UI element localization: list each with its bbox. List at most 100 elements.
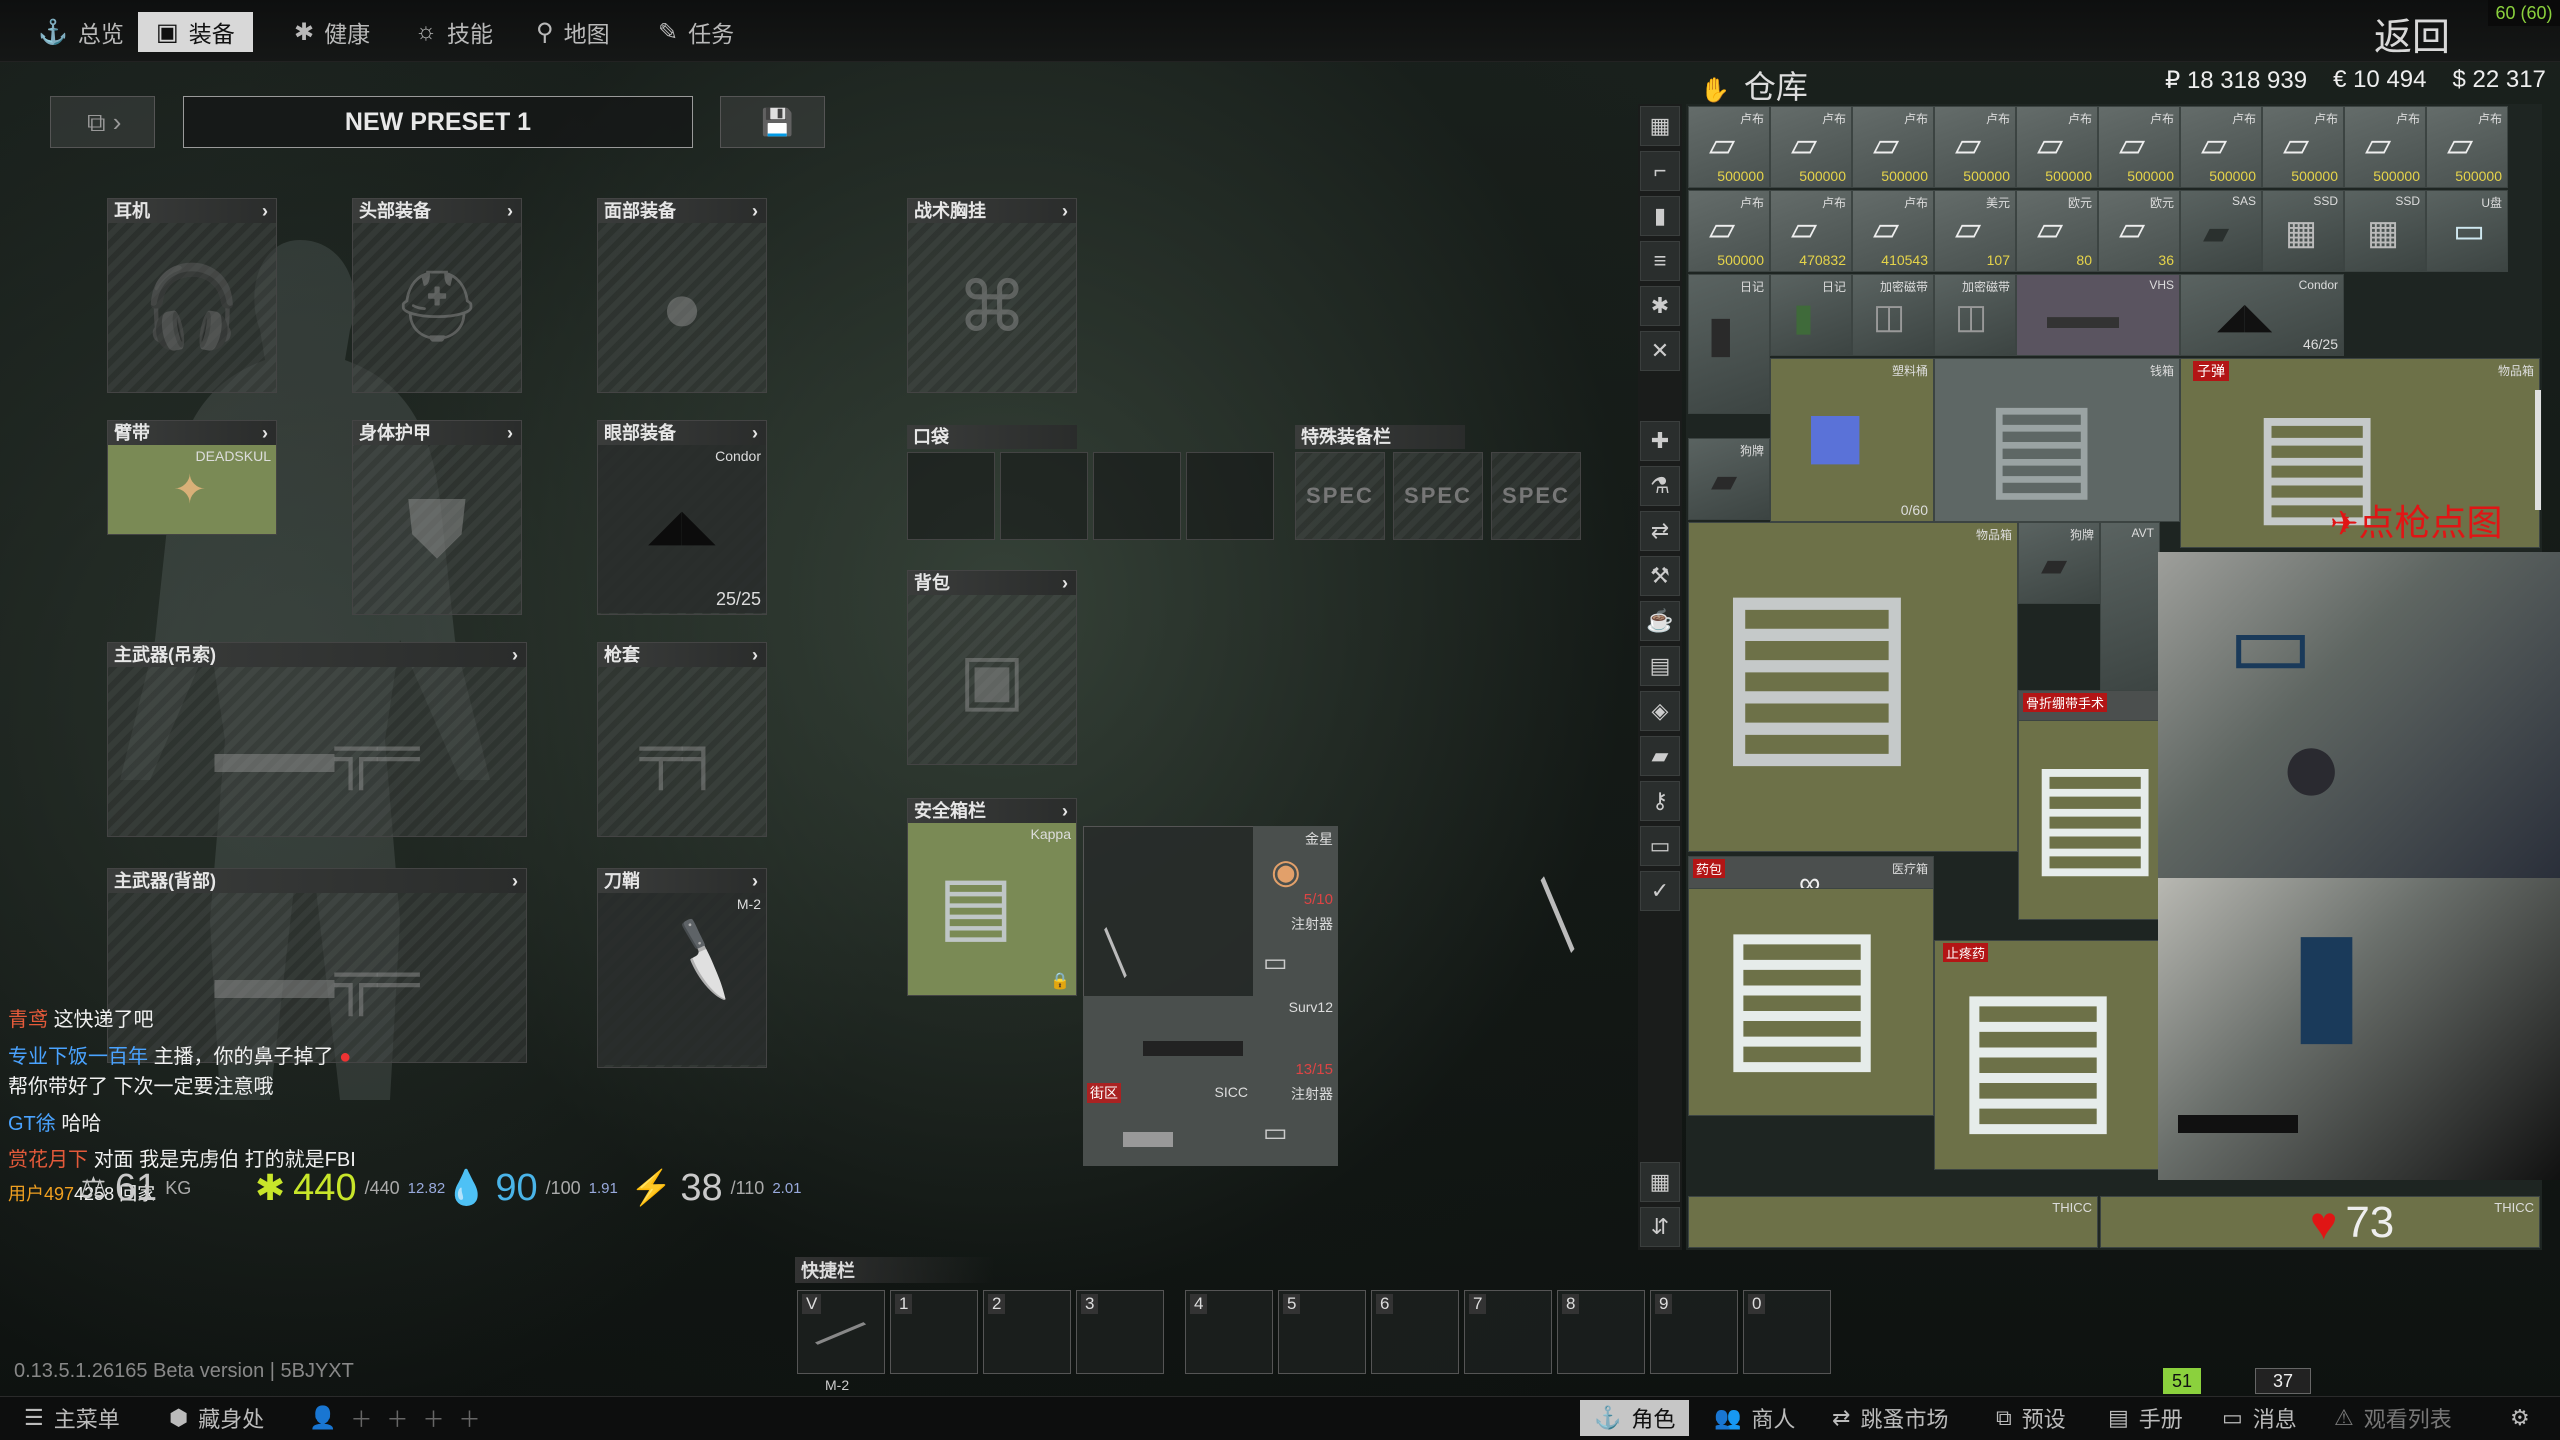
quickslot-5[interactable]: 5 [1278, 1290, 1366, 1374]
item-case-large[interactable]: 物品箱 ▤ [1688, 522, 2018, 852]
pocket-1[interactable] [907, 452, 995, 540]
jerrycan-item[interactable]: 塑料桶 ■ 0/60 [1770, 358, 1934, 522]
quickslot-2[interactable]: 2 [983, 1290, 1071, 1374]
ssd-item[interactable]: SSD ▦ [2344, 190, 2426, 272]
filter-armor-icon[interactable]: ◈ [1640, 691, 1680, 731]
traders-button[interactable]: 👥 商人 [1700, 1400, 1809, 1436]
messages-button[interactable]: ▭ 消息 [2208, 1400, 2311, 1436]
filter-melee-icon[interactable]: ✕ [1640, 331, 1680, 371]
tab-health[interactable]: ✱ 健康 [276, 12, 388, 52]
secure-item-injector[interactable]: ╱ [1090, 910, 1160, 990]
tab-gear[interactable]: ▣ 装备 [138, 12, 253, 52]
slot-headwear[interactable]: 头部装备 › ⛑ [352, 198, 522, 393]
rouble-stack[interactable]: 卢布 ▱ 500000 [1852, 106, 1934, 188]
rouble-stack[interactable]: 卢布 ▱ 500000 [2426, 106, 2508, 188]
money-case-item[interactable]: 钱箱 ▤ [1934, 358, 2180, 522]
usb-drive-item[interactable]: U盘 ▭ [2426, 190, 2508, 272]
encrypted-tape-item[interactable]: 加密磁带 ◫ [1852, 274, 1934, 356]
add-player-icon[interactable]: ＋ [458, 1402, 480, 1434]
tab-overview[interactable]: ⚓ 总览 [20, 12, 142, 52]
settings-button[interactable]: ⚙ [2496, 1400, 2544, 1436]
secure-item-5[interactable]: 注射器 ▭ [1253, 1081, 1338, 1166]
tab-map[interactable]: ⚲ 地图 [518, 12, 628, 52]
copy-preset-button[interactable]: ⧉ › [50, 96, 155, 148]
filter-info-icon[interactable]: ▰ [1640, 736, 1680, 776]
quickslot-1[interactable]: 1 [890, 1290, 978, 1374]
rouble-stack[interactable]: 卢布 ▱ 500000 [2180, 106, 2262, 188]
add-player-icon[interactable]: ＋ [350, 1402, 372, 1434]
slot-earpiece[interactable]: 耳机 › 🎧 [107, 198, 277, 393]
secure-item-2[interactable]: 注射器 ▭ [1253, 911, 1338, 996]
rouble-stack[interactable]: 卢布 ▱ 500000 [1770, 106, 1852, 188]
secure-item-1[interactable]: 金星 ◉ 5/10 [1253, 826, 1338, 911]
thicc-case-item[interactable]: THICC [1688, 1196, 2098, 1248]
slot-holster[interactable]: 枪套 › ╤╕ [597, 642, 767, 837]
filter-mods-icon[interactable]: ≡ [1640, 241, 1680, 281]
secure-item-4[interactable]: 街区 SICC ▬ [1083, 1081, 1253, 1166]
rouble-stack[interactable]: 卢布 ▱ 500000 [2016, 106, 2098, 188]
rouble-stack[interactable]: 卢布 ▱ 500000 [2344, 106, 2426, 188]
tab-tasks[interactable]: ✎ 任务 [640, 12, 752, 52]
special-slot-2[interactable]: SPEC [1393, 452, 1483, 540]
condor-glasses-item[interactable]: Condor ◢◣ 46/25 [2180, 274, 2344, 356]
add-player-icon[interactable]: ＋ [422, 1402, 444, 1434]
filter-provisions-icon[interactable]: ⚗ [1640, 466, 1680, 506]
euro-stack[interactable]: 欧元 ▱ 80 [2016, 190, 2098, 272]
filter-gear-icon[interactable]: ⚒ [1640, 556, 1680, 596]
euro-stack[interactable]: 欧元 ▱ 36 [2098, 190, 2180, 272]
player-icon[interactable]: 👤 [309, 1405, 336, 1431]
slot-facecover[interactable]: 面部装备 › ● [597, 198, 767, 393]
quickslot-6[interactable]: 6 [1371, 1290, 1459, 1374]
diary-item[interactable]: 日记 ▮ [1688, 274, 1770, 414]
filter-weapons-icon[interactable]: ⌐ [1640, 151, 1680, 191]
filter-docs-icon[interactable]: ▭ [1640, 826, 1680, 866]
vhs-item[interactable]: VHS ▬▬ [2016, 274, 2180, 356]
medical-case-item[interactable]: ▤ [1688, 888, 1934, 1116]
slot-armband[interactable]: 臂带 › DEADSKUL ✦ [107, 420, 277, 535]
tab-skills[interactable]: ☼ 技能 [397, 12, 511, 52]
pocket-2[interactable] [1000, 452, 1088, 540]
rouble-stack[interactable]: 卢布 ▱ 470832 [1770, 190, 1852, 272]
rouble-stack[interactable]: 卢布 ▱ 500000 [1934, 106, 2016, 188]
filter-barter-icon[interactable]: ⇄ [1640, 511, 1680, 551]
main-menu-button[interactable]: ☰ 主菜单 [10, 1400, 134, 1436]
slot-tactical-rig[interactable]: 战术胸挂 › ⌘ [907, 198, 1077, 393]
dollar-stack[interactable]: 美元 ▱ 107 [1934, 190, 2016, 272]
rouble-stack[interactable]: 卢布 ▱ 500000 [1688, 190, 1770, 272]
filter-all-icon[interactable]: ▦ [1640, 106, 1680, 146]
filter-meds-icon[interactable]: ✚ [1640, 421, 1680, 461]
diary-item[interactable]: 日记 ▮ [1770, 274, 1852, 356]
dogtag-case-item[interactable]: 狗牌 ▰ [1688, 438, 1770, 520]
slot-primary-sling[interactable]: 主武器(吊索) › ▬▬╦═ [107, 642, 527, 837]
quickslot-7[interactable]: 7 [1464, 1290, 1552, 1374]
back-button[interactable]: 返回 [2374, 6, 2450, 61]
ssd-item[interactable]: SSD ▦ [2262, 190, 2344, 272]
avt-item[interactable]: AVT [2100, 522, 2160, 692]
quickslot-0[interactable]: 0 [1743, 1290, 1831, 1374]
save-preset-button[interactable]: 💾 [720, 96, 825, 148]
slot-eyewear[interactable]: 眼部装备 › Condor ◢◣ 25/25 [597, 420, 767, 615]
pocket-3[interactable] [1093, 452, 1181, 540]
special-slot-1[interactable]: SPEC [1295, 452, 1385, 540]
quickslot-3[interactable]: 3 [1076, 1290, 1164, 1374]
slot-backpack[interactable]: 背包 › ▣ [907, 570, 1077, 765]
filter-food-icon[interactable]: ☕ [1640, 601, 1680, 641]
filter-checked-icon[interactable]: ✓ [1640, 871, 1680, 911]
rouble-stack[interactable]: 卢布 ▱ 500000 [1688, 106, 1770, 188]
watchlist-button[interactable]: ⚠ 观看列表 [2320, 1400, 2466, 1436]
preset-name-field[interactable]: NEW PRESET 1 [183, 96, 693, 148]
character-button[interactable]: ⚓ 角色 [1580, 1400, 1690, 1436]
flea-market-button[interactable]: ⇄ 跳蚤市场 [1818, 1400, 1962, 1436]
add-player-icon[interactable]: ＋ [386, 1402, 408, 1434]
rouble-stack[interactable]: 卢布 ▱ 410543 [1852, 190, 1934, 272]
sort-grid-icon[interactable]: ▦ [1640, 1162, 1680, 1202]
scabbard-item[interactable]: M-2 🔪 [598, 893, 766, 1065]
secure-container-item[interactable]: Kappa ▤ 🔒 [908, 823, 1076, 995]
presets-button[interactable]: ⧉ 预设 [1982, 1400, 2080, 1436]
rouble-stack[interactable]: 卢布 ▱ 500000 [2262, 106, 2344, 188]
rouble-stack[interactable]: 卢布 ▱ 500000 [2098, 106, 2180, 188]
quickslot-4[interactable]: 4 [1185, 1290, 1273, 1374]
filter-ammo-icon[interactable]: ▮ [1640, 196, 1680, 236]
slot-primary-back[interactable]: 主武器(背部) › ▬▬╦═ [107, 868, 527, 1063]
filter-keys-icon[interactable]: ⚷ [1640, 781, 1680, 821]
